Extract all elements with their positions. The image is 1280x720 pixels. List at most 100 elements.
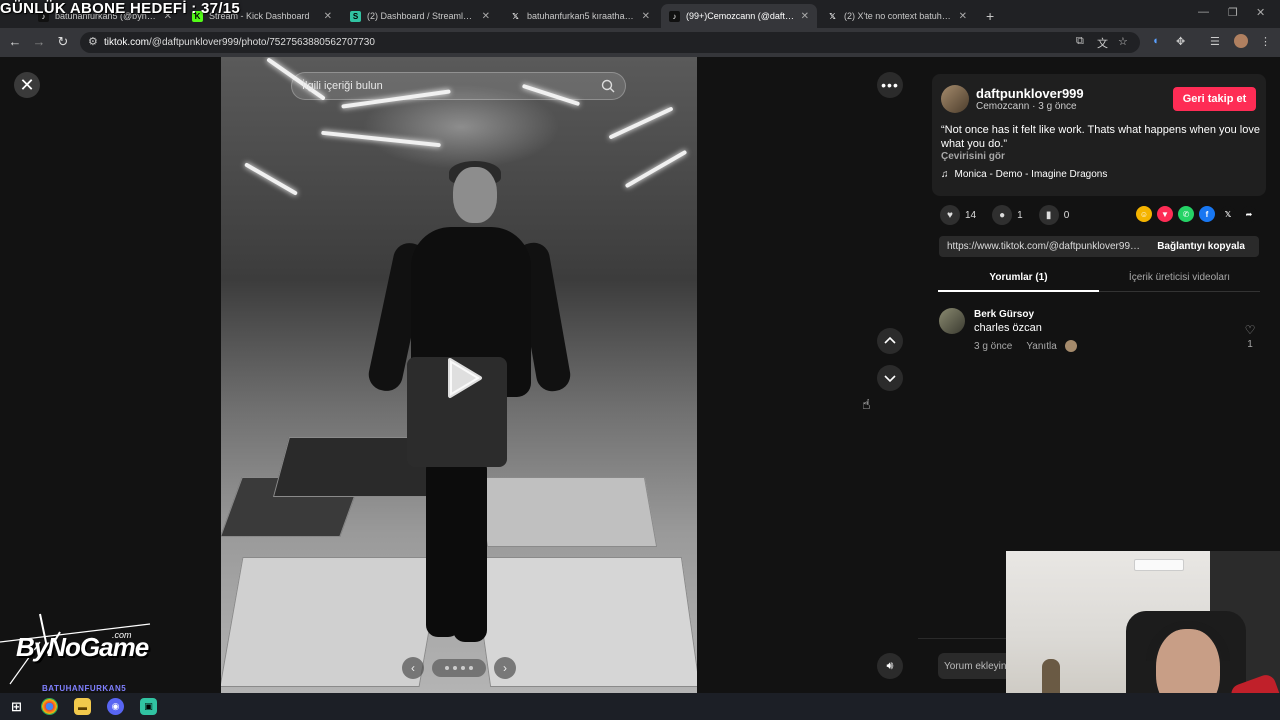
browser-tab-3[interactable]: S (2) Dashboard / Streamlabs ✕ [342,4,498,28]
air-conditioner [1134,559,1184,571]
tiktok-icon: ♪ [669,10,680,22]
translate-icon[interactable]: 文 [1097,35,1108,51]
heart-outline-icon: ♡ [1244,323,1256,337]
follow-back-button[interactable]: Geri takip et [1173,87,1256,111]
person-head [453,167,497,223]
post-link-field[interactable]: https://www.tiktok.com/@daftpunklover999… [939,241,1143,252]
close-tab-icon[interactable]: ✕ [801,11,809,22]
commenter-avatar[interactable] [939,308,965,334]
bookmark-star-icon[interactable]: ☆ [1118,35,1128,48]
related-content-search-input[interactable]: İlgili içeriği bulun [291,72,626,100]
back-arrow-icon[interactable]: ← [6,34,24,49]
browser-menu-icon[interactable]: ⋮ [1260,35,1271,48]
close-tab-icon[interactable]: ✕ [324,11,332,22]
close-window-icon[interactable]: ✕ [1256,6,1265,19]
next-post-button[interactable] [877,365,903,391]
coin-icon[interactable]: ☺ [1136,206,1152,222]
author-username[interactable]: daftpunklover999 [976,86,1084,101]
ceiling-light [321,130,441,148]
comment-author[interactable]: Berk Gürsoy [974,309,1034,320]
extensions-puzzle-icon[interactable]: ✥ [1176,35,1185,48]
post-actions: ♥ 14 ● 1 ▮ 0 [940,205,1079,225]
chevron-right-icon: › [503,661,507,675]
media-list-icon[interactable]: ☰ [1210,35,1220,48]
share-arrow-icon[interactable]: ➦ [1241,206,1257,222]
like-button[interactable]: ♥ 14 [940,205,976,225]
music-note-icon: ♫ [941,169,949,180]
browser-tab-5-active[interactable]: ♪ (99+)Cemozcann (@daftpunklover999) ✕ [661,4,817,28]
chevron-down-icon [884,375,896,383]
windows-start-icon[interactable]: ⊞ [8,698,25,715]
see-translation-link[interactable]: Çevirisini gör [941,151,1005,162]
post-caption: “Not once has it felt like work. Thats w… [941,124,1260,150]
more-horizontal-icon: ••• [881,77,899,93]
x-icon: 𝕏 [512,11,519,21]
close-icon: ✕ [19,74,35,95]
chevron-up-icon [884,336,896,344]
install-app-icon[interactable]: ⧉ [1076,35,1084,48]
comment-meta: 3 g önce Yanıtla [974,340,1077,352]
facebook-icon[interactable]: f [1199,206,1215,222]
tab-comments[interactable]: Yorumlar (1) [938,268,1099,292]
streamlabs-taskbar-icon[interactable]: ▣ [140,698,157,715]
bynogame-logo-suffix: .com [112,630,132,640]
more-options-button[interactable]: ••• [877,72,903,98]
browser-tab-6[interactable]: 𝕏 (2) X'te no context batuhanfurkan ✕ [819,4,975,28]
volume-button[interactable]: 🔊︎ [877,653,903,679]
browser-tab-4[interactable]: 𝕏 batuhanfurkan5 kıraathanesi ✕ [502,4,658,28]
reload-icon[interactable]: ↻ [54,34,72,50]
file-explorer-icon[interactable]: ▬ [74,698,91,715]
close-tab-icon[interactable]: ✕ [482,11,490,22]
music-link[interactable]: ♫ Monica - Demo - Imagine Dragons [941,169,1107,180]
windows-taskbar [0,693,1280,720]
copy-link-button[interactable]: Bağlantıyı kopyala [1143,241,1259,252]
tab-creator-videos[interactable]: İçerik üreticisi videoları [1099,268,1260,292]
slide-indicator-dots [432,659,486,677]
author-avatar[interactable] [941,85,969,113]
person-leg [453,457,487,642]
site-info-icon[interactable]: ⚙ [88,35,98,48]
reply-button[interactable]: Yanıtla [1026,341,1056,352]
slide-carousel-controls: ‹ › [402,657,516,679]
panel-tabs: Yorumlar (1) İçerik üreticisi videoları [938,268,1260,292]
forward-arrow-icon[interactable]: → [30,34,48,49]
close-viewer-button[interactable]: ✕ [14,72,40,98]
new-tab-button[interactable]: + [978,4,1000,28]
creator-liked-avatar [1064,340,1077,352]
author-subline: Cemozcann · 3 g önce [976,101,1077,112]
stream-goal-overlay: GÜNLÜK ABONE HEDEFİ : 37/15 [0,0,241,17]
ceiling-light [608,106,674,140]
bookmark-icon: ▮ [1038,205,1059,225]
save-button[interactable]: ▮ 0 [1038,205,1069,225]
mouse-pointer-icon: ☝ [862,396,871,412]
channel-ticker: BATUHANFURKAN5 [42,684,127,693]
x-share-icon[interactable]: 𝕏 [1220,206,1236,222]
comment-button[interactable]: ● 1 [992,205,1023,225]
comment-text: charles özcan [974,322,1042,334]
whatsapp-icon[interactable]: ✆ [1178,206,1194,222]
heart-icon: ♥ [940,205,960,225]
close-tab-icon[interactable]: ✕ [642,11,650,22]
search-icon[interactable] [601,79,615,93]
address-bar[interactable]: tiktok.com/@daftpunklover999/photo/75275… [80,32,1140,53]
streamlabs-icon: S [350,10,361,22]
chrome-icon[interactable] [41,698,58,715]
extension-icon[interactable]: ◖ [1152,35,1159,47]
previous-slide-button[interactable]: ‹ [402,657,424,679]
next-slide-button[interactable]: › [494,657,516,679]
share-buttons: ☺ ▼ ✆ f 𝕏 ➦ [1136,206,1257,222]
discord-icon[interactable]: ◉ [107,698,124,715]
maximize-icon[interactable]: ❐ [1228,6,1238,19]
comment-like-button[interactable]: ♡ 1 [1242,323,1258,350]
floor-mat [474,477,658,547]
minimize-icon[interactable]: — [1198,6,1209,18]
previous-post-button[interactable] [877,328,903,354]
post-link-row: https://www.tiktok.com/@daftpunklover999… [939,236,1259,257]
close-tab-icon[interactable]: ✕ [959,11,967,22]
ceiling-light [624,149,688,189]
comment-bubble-icon: ● [992,205,1013,225]
repost-icon[interactable]: ▼ [1157,206,1173,222]
profile-avatar[interactable] [1234,34,1248,48]
play-icon[interactable] [444,356,484,400]
ceiling-light [244,162,298,196]
